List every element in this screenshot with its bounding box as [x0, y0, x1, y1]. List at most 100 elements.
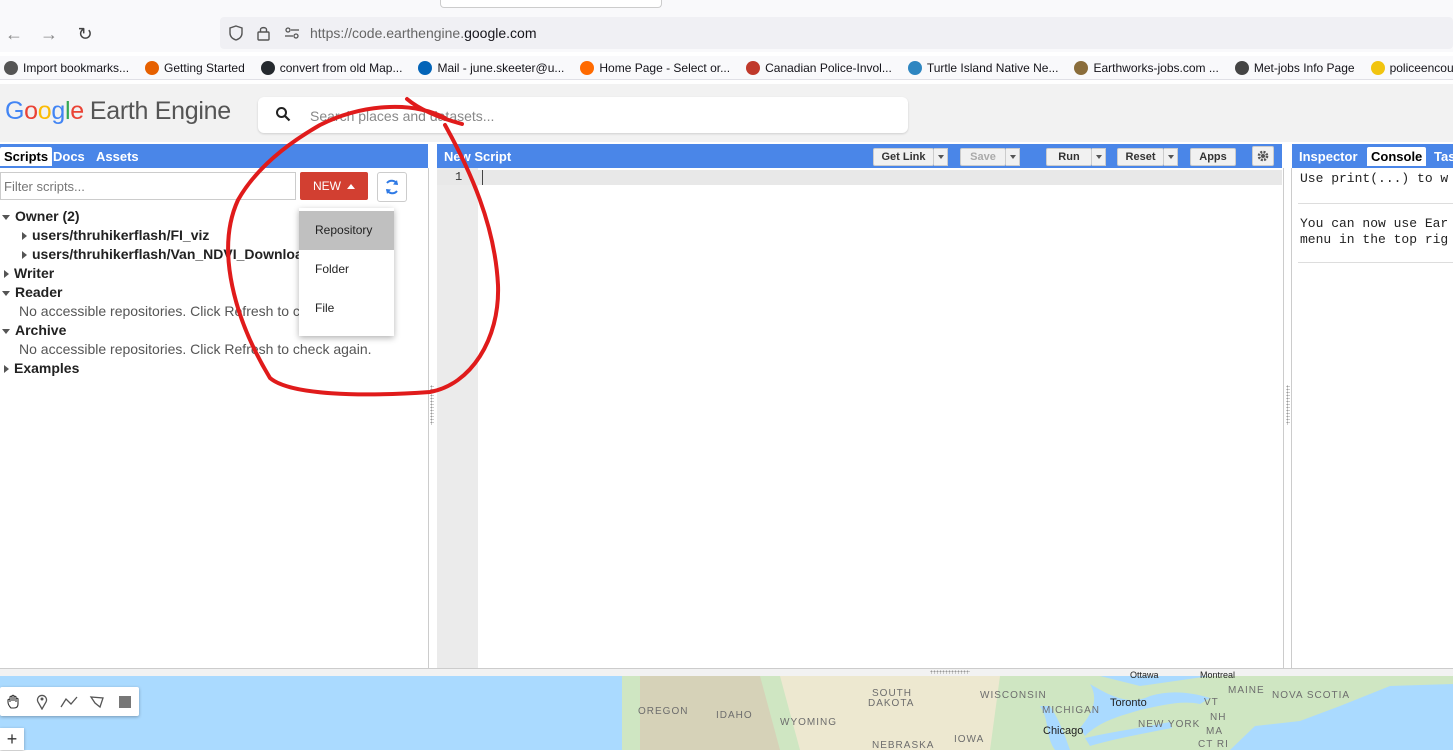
reset-dropdown[interactable]: [1164, 148, 1178, 166]
forward-icon[interactable]: →: [37, 22, 61, 46]
bookmark-item[interactable]: Earthworks-jobs.com ...: [1070, 60, 1219, 75]
gear-icon: [1257, 150, 1269, 162]
bookmark-label: Canadian Police-Invol...: [765, 60, 892, 75]
tree-repo-van-ndvi[interactable]: users/thruhikerflash/Van_NDVI_Download: [20, 245, 311, 264]
code-editor[interactable]: [478, 185, 1282, 668]
bookmark-favicon-icon: [418, 60, 433, 75]
map-label: NH: [1210, 712, 1227, 723]
polygon-tool[interactable]: [83, 687, 111, 716]
editor-border: [1283, 168, 1284, 668]
map-resize-bar[interactable]: [0, 668, 1453, 676]
menu-item-file[interactable]: File: [299, 289, 394, 328]
bookmark-item[interactable]: Mail - june.skeeter@u...: [414, 60, 564, 75]
line-tool[interactable]: [56, 687, 84, 716]
caret-down-icon: [2, 328, 10, 334]
lock-icon[interactable]: [257, 25, 270, 41]
bookmark-item[interactable]: Met-jobs Info Page: [1231, 60, 1355, 75]
run-button[interactable]: Run: [1046, 148, 1092, 166]
editor-settings-button[interactable]: [1252, 146, 1274, 166]
console-divider: [1298, 203, 1453, 204]
bookmark-item[interactable]: Turtle Island Native Ne...: [904, 60, 1058, 75]
map-label: MICHIGAN: [1042, 705, 1100, 716]
url-text[interactable]: https://code.earthengine.google.com: [310, 25, 537, 41]
marker-icon: [36, 694, 47, 710]
bookmark-favicon-icon: [145, 60, 160, 75]
refresh-button[interactable]: [377, 172, 407, 202]
search-icon[interactable]: [275, 106, 291, 122]
new-dropdown-menu: Repository Folder File: [299, 208, 394, 336]
bookmark-item[interactable]: policeencounters: [1367, 60, 1453, 75]
bookmark-favicon-icon: [1234, 60, 1249, 75]
menu-item-repository[interactable]: Repository: [299, 211, 394, 250]
caret-up-icon: [347, 183, 355, 189]
browser-tab[interactable]: [440, 0, 662, 8]
map-label: MAINE: [1228, 685, 1265, 696]
save-dropdown[interactable]: [1006, 148, 1020, 166]
shield-icon[interactable]: [229, 25, 243, 41]
reset-button[interactable]: Reset: [1117, 148, 1164, 166]
map-label: IDAHO: [716, 710, 753, 721]
filter-scripts-input[interactable]: [0, 172, 296, 200]
caret-right-icon: [4, 365, 9, 374]
apps-button[interactable]: Apps: [1190, 148, 1236, 166]
map-resize-handle[interactable]: [930, 670, 970, 674]
save-button[interactable]: Save: [960, 148, 1006, 166]
tab-assets[interactable]: Assets: [92, 147, 143, 166]
point-tool[interactable]: [28, 687, 56, 716]
bookmark-item[interactable]: convert from old Map...: [257, 60, 402, 75]
tree-repo-fi-viz[interactable]: users/thruhikerflash/FI_viz: [20, 226, 209, 245]
pan-tool[interactable]: [0, 687, 28, 716]
zoom-in-button[interactable]: +: [0, 728, 24, 750]
site-permissions-icon[interactable]: [284, 27, 300, 39]
menu-item-folder[interactable]: Folder: [299, 250, 394, 289]
tree-reader[interactable]: Reader: [2, 283, 62, 302]
bookmark-favicon-icon: [1370, 60, 1385, 75]
earth-engine-logo[interactable]: Google Earth Engine: [5, 97, 231, 126]
bookmark-label: Earthworks-jobs.com ...: [1093, 60, 1219, 75]
map-label: NEBRASKA: [872, 740, 935, 751]
map-city: Montreal: [1200, 670, 1236, 680]
map-city: Chicago: [1043, 725, 1084, 737]
bookmark-item[interactable]: Getting Started: [141, 60, 245, 75]
console-line: You can now use Ear: [1300, 216, 1449, 231]
get-link-button[interactable]: Get Link: [873, 148, 934, 166]
bookmark-favicon-icon: [907, 60, 922, 75]
polygon-icon: [89, 695, 105, 708]
left-resize-handle[interactable]: [430, 385, 434, 425]
map-label: MA: [1206, 726, 1223, 737]
line-number: 1: [455, 170, 463, 184]
right-resize-handle[interactable]: [1286, 385, 1290, 425]
new-button[interactable]: NEW: [300, 172, 368, 200]
bookmark-item[interactable]: Canadian Police-Invol...: [742, 60, 892, 75]
tree-examples[interactable]: Examples: [2, 359, 79, 378]
tree-owner[interactable]: Owner (2): [2, 207, 80, 226]
tree-writer[interactable]: Writer: [2, 264, 54, 283]
search-input[interactable]: [310, 106, 890, 126]
bookmarks-bar: Import bookmarks... Getting Started conver…: [0, 56, 1453, 80]
back-icon[interactable]: ←: [2, 22, 26, 46]
run-dropdown[interactable]: [1092, 148, 1106, 166]
tab-tasks[interactable]: Tas: [1430, 147, 1453, 166]
hand-icon: [7, 694, 19, 709]
map-label: CT RI: [1198, 739, 1229, 750]
map-label: VT: [1204, 697, 1219, 708]
map-city: Toronto: [1110, 697, 1147, 709]
tab-console[interactable]: Console: [1367, 147, 1427, 166]
map-city: Ottawa: [1130, 670, 1159, 680]
tab-inspector[interactable]: Inspector: [1295, 147, 1362, 166]
bookmark-item[interactable]: Home Page - Select or...: [576, 60, 731, 75]
bookmark-item[interactable]: Import bookmarks...: [0, 60, 129, 75]
tree-archive[interactable]: Archive: [2, 321, 66, 340]
bookmark-label: policeencounters: [1389, 60, 1453, 75]
bookmark-favicon-icon: [1074, 60, 1089, 75]
rectangle-tool[interactable]: [111, 687, 139, 716]
bookmark-favicon-icon: [580, 60, 595, 75]
tab-scripts[interactable]: Scripts: [0, 147, 53, 166]
new-button-label: NEW: [313, 179, 341, 193]
tab-docs[interactable]: Docs: [49, 147, 89, 166]
reload-icon[interactable]: ↻: [73, 22, 97, 46]
drawing-tools: [0, 687, 139, 716]
bookmark-label: Home Page - Select or...: [599, 60, 731, 75]
get-link-dropdown[interactable]: [934, 148, 948, 166]
console-divider: [1298, 262, 1453, 263]
